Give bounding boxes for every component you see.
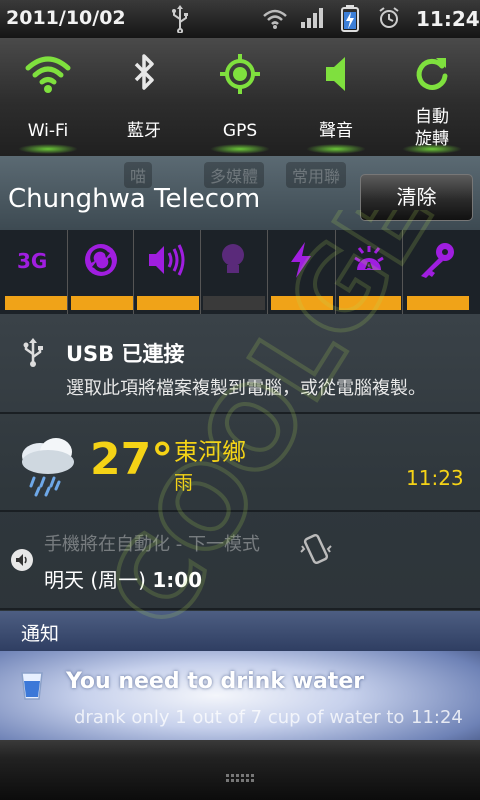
toggle-sound[interactable]: 聲音 [288, 38, 384, 156]
bulb-icon [222, 244, 244, 273]
toggle-wifi[interactable]: Wi-Fi [0, 38, 96, 156]
toggle-bluetooth[interactable]: 藍牙 [96, 38, 192, 156]
divider [133, 230, 134, 314]
power-toggle-key[interactable] [404, 230, 470, 312]
3g-icon: 3G [17, 249, 47, 273]
bluetooth-icon [134, 54, 154, 90]
toggle-rotate-label-line1: 自動 [415, 107, 449, 127]
water-cup-icon [21, 672, 43, 700]
usb-title: USB 已連接 [66, 342, 185, 366]
alarm-title: 手機將在自動化 - 下一模式 [44, 534, 260, 555]
alarm-notification[interactable]: 手機將在自動化 - 下一模式 明天 (周一) 1:00 [0, 512, 480, 608]
power-toggle-3g[interactable]: 3G [2, 230, 68, 312]
water-subtitle: drank only 1 out of 7 cup of water to [74, 707, 405, 728]
usb-subtitle: 選取此項將檔案複製到電腦，或從電腦複製。 [66, 378, 426, 399]
toggle-on-indicator [306, 144, 366, 154]
power-state-bar [339, 296, 401, 310]
status-bar: 2011/10/02 11:24 [0, 0, 480, 38]
power-toggle-volume[interactable] [134, 230, 200, 312]
weather-city: 東河鄉 [174, 438, 246, 466]
water-time: 11:24 [411, 707, 463, 728]
carrier-name: Chunghwa Telecom [8, 184, 261, 214]
usb-icon [23, 338, 43, 367]
key-icon [421, 243, 454, 278]
power-state-bar [407, 296, 469, 310]
alarm-time: 1:00 [152, 568, 203, 592]
power-state-bar [71, 296, 133, 310]
weather-condition: 雨 [174, 472, 194, 494]
signal-icon [301, 8, 323, 28]
wifi-icon [263, 9, 287, 29]
divider [200, 230, 201, 314]
quick-toggles: Wi-Fi 藍牙 GPS 聲音 自動 旋轉 [0, 38, 480, 156]
power-toggle-flash[interactable] [268, 230, 334, 312]
weather-time: 11:23 [406, 466, 464, 490]
divider [267, 230, 268, 314]
battery-charging-icon [341, 5, 359, 32]
toggle-gps-label: GPS [222, 121, 258, 141]
rain-cloud-icon [22, 438, 74, 497]
speaker-icon [11, 549, 33, 571]
flash-icon [291, 242, 311, 278]
status-date: 2011/10/02 [6, 7, 126, 29]
divider [402, 230, 403, 314]
weather-notification[interactable]: 27° 東河鄉 雨 11:23 [0, 414, 480, 510]
power-state-bar [137, 296, 199, 310]
toggle-sound-label: 聲音 [319, 121, 353, 141]
power-widget: 3G A [0, 230, 480, 314]
toggle-bluetooth-label: 藍牙 [127, 121, 161, 141]
rotate-icon [416, 58, 448, 90]
svg-text:3G: 3G [17, 249, 47, 273]
sync-icon [85, 244, 117, 276]
notifications-header-label: 通知 [21, 623, 60, 645]
water-title: You need to drink water [66, 669, 365, 694]
notifications-header: 通知 [0, 611, 480, 651]
alarm-schedule: 明天 (周一) 1:00 [44, 564, 202, 593]
alarm-day: 明天 (周一) [44, 568, 146, 592]
divider [67, 230, 68, 314]
power-state-bar [5, 296, 67, 310]
toggle-on-indicator [18, 144, 78, 154]
power-toggle-brightness[interactable]: A [336, 230, 402, 312]
power-state-bar [203, 296, 265, 310]
alarm-icon [379, 7, 399, 28]
usb-notification[interactable]: USB 已連接 選取此項將檔案複製到電腦，或從電腦複製。 [0, 316, 480, 412]
weather-temperature: 27° [90, 434, 174, 485]
power-state-bar [271, 296, 333, 310]
divider [335, 230, 336, 314]
sound-icon [326, 57, 345, 91]
status-time: 11:24 [416, 7, 480, 31]
toggle-wifi-label: Wi-Fi [27, 121, 69, 141]
power-toggle-sync[interactable] [68, 230, 134, 312]
svg-text:A: A [365, 261, 373, 272]
toggle-on-indicator [402, 144, 462, 154]
background-tab: 常用聯 [286, 162, 347, 188]
drag-handle-icon[interactable] [226, 774, 254, 786]
clear-button[interactable]: 清除 [360, 174, 473, 221]
toggle-auto-rotate[interactable]: 自動 旋轉 [384, 38, 480, 156]
water-notification[interactable]: You need to drink water drank only 1 out… [0, 651, 480, 740]
divider [0, 608, 480, 610]
volume-icon [149, 244, 185, 276]
toggle-gps[interactable]: GPS [192, 38, 288, 156]
gps-icon [220, 54, 260, 94]
wifi-icon [25, 56, 71, 93]
toggle-on-indicator [210, 144, 270, 154]
brightness-icon: A [354, 246, 384, 272]
vibrate-icon [300, 533, 332, 565]
usb-icon [172, 5, 188, 33]
panel-drag-handle-bar[interactable] [0, 740, 480, 800]
power-toggle-bulb[interactable] [200, 230, 266, 312]
